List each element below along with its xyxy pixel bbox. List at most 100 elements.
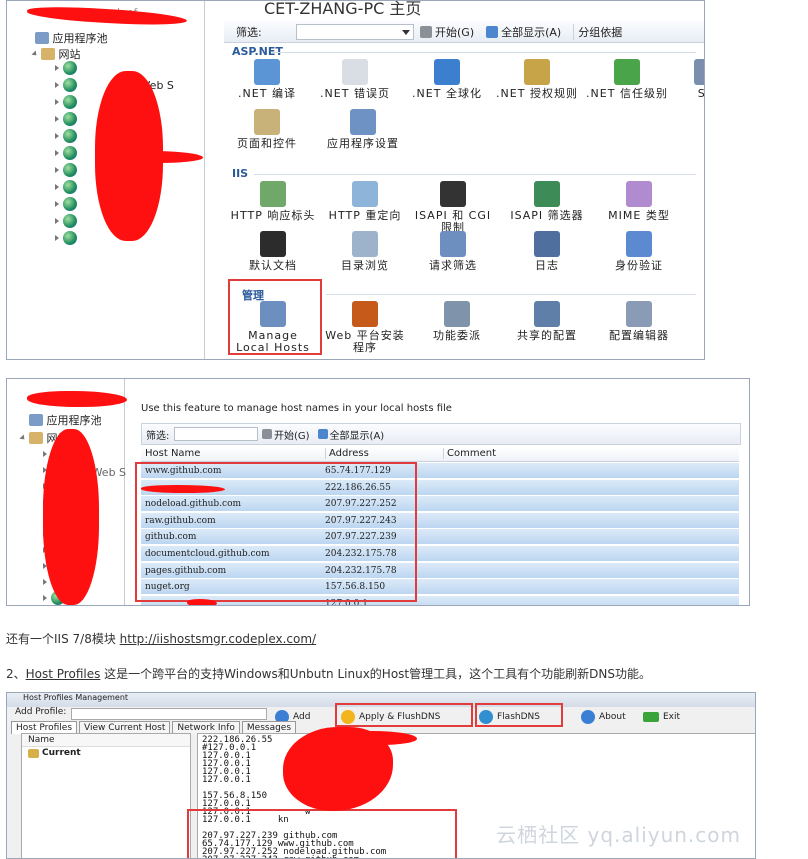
filter-input[interactable]	[174, 427, 258, 441]
features-view: CET-ZHANG-PC 主页 筛选: 开始(G) 全部显示(A) 分组依据 A…	[224, 1, 705, 359]
filter-label: 筛选:	[146, 430, 170, 442]
tree-item-site[interactable]	[55, 229, 81, 247]
divider	[326, 294, 696, 295]
tree-item-site[interactable]	[55, 93, 81, 111]
iis-manager-screenshot-1: loef 应用程序池 网站 fault Web Sma.cerURIketrm.…	[6, 0, 705, 360]
divider	[272, 52, 696, 53]
watermark: 云栖社区 yq.aliyun.com	[496, 823, 741, 847]
filter-input[interactable]	[296, 23, 414, 40]
mgmt-feature-icon	[626, 301, 652, 327]
feature-label: 应用程序设置	[327, 137, 399, 150]
iis-feature-icon	[352, 181, 378, 207]
paragraph-iis-module: 还有一个IIS 7/8模块 http://iishostsmgr.codeple…	[6, 632, 317, 646]
aspnet-feature-icon	[524, 59, 550, 85]
redaction-scribble	[187, 599, 217, 605]
aspnet-feature-icon	[342, 59, 368, 85]
feature-label: .NET 编译	[238, 87, 296, 100]
redaction-scribble	[27, 391, 127, 407]
show-all-button[interactable]: 全部显示(A)	[486, 24, 561, 40]
aspnet-feature[interactable]: .NET 授权规则	[494, 59, 580, 100]
mgmt-feature[interactable]: Web 平台安装程序	[322, 301, 408, 354]
iis-feature[interactable]: MIME 类型	[596, 181, 682, 222]
tree-item-site[interactable]	[55, 59, 81, 77]
connections-tree: loef 应用程序池 网站 fault Web Sma.cerURIketrm.…	[7, 1, 205, 359]
add-profile-input[interactable]	[71, 708, 267, 720]
iis-feature-icon	[260, 231, 286, 257]
iis-feature-icon	[440, 181, 466, 207]
iis-feature-icon	[704, 231, 705, 257]
group-by-button[interactable]: 分组依据	[573, 23, 622, 40]
mgmt-feature[interactable]: 功能委派	[414, 301, 500, 342]
highlight-box	[475, 703, 563, 727]
expand-arrow-icon	[55, 201, 59, 207]
list-item-current[interactable]: Current	[22, 747, 190, 759]
feature-label: 目录浏览	[341, 259, 389, 272]
globe-icon	[63, 112, 77, 126]
feature-label: HTTP 响应标头	[230, 209, 316, 222]
exit-button[interactable]: Exit	[643, 706, 680, 728]
globe-icon	[63, 231, 77, 245]
highlight-box	[187, 809, 457, 858]
start-button[interactable]: 开始(G)	[420, 24, 474, 40]
feature-label: MIME 类型	[608, 209, 670, 222]
aspnet-feature[interactable]: .NET 全球化	[404, 59, 490, 100]
redaction-scribble	[26, 4, 188, 28]
column-comment[interactable]: Comment	[443, 448, 496, 459]
expand-arrow-icon	[55, 82, 59, 88]
feature-label: 请求筛选	[429, 259, 477, 272]
show-all-button[interactable]: 全部显示(A)	[317, 427, 384, 442]
iis-feature[interactable]: 目录浏览	[322, 231, 408, 272]
aspnet-feature[interactable]: 页面和控件	[224, 109, 310, 150]
iis-feature[interactable]: 身份验证	[596, 231, 682, 272]
iis-feature[interactable]: 失	[674, 231, 705, 272]
add-profile-label: Add Profile:	[15, 707, 67, 717]
iis-feature[interactable]: 日志	[504, 231, 590, 272]
about-button[interactable]: About	[581, 706, 626, 728]
feature-label: 页面和控件	[237, 137, 297, 150]
aspnet-feature-icon	[254, 109, 280, 135]
iis-feature[interactable]: 处	[674, 181, 704, 222]
globe-icon	[63, 163, 77, 177]
feature-label: Web 平台安装程序	[325, 329, 405, 354]
column-address[interactable]: Address	[325, 448, 369, 459]
expand-arrow-icon	[55, 150, 59, 156]
feature-label: 默认文档	[249, 259, 297, 272]
codeplex-link[interactable]: http://iishostsmgr.codeplex.com/	[120, 632, 316, 646]
iis-feature[interactable]: 请求筛选	[410, 231, 496, 272]
start-button[interactable]: 开始(G)	[262, 427, 310, 442]
iis-feature[interactable]: ISAPI 筛选器	[504, 181, 590, 222]
expand-arrow-icon	[55, 184, 59, 190]
aspnet-feature[interactable]: .NET 信任级别	[584, 59, 670, 100]
iis-feature[interactable]: 默认文档	[230, 231, 316, 272]
tree-item-app-pools[interactable]: 应用程序池	[29, 411, 102, 429]
filter-toolbar: 筛选: 开始(G) 全部显示(A)	[141, 423, 741, 445]
iis-feature-icon	[626, 231, 652, 257]
app-pool-icon	[29, 414, 43, 426]
mgmt-feature[interactable]: 共享的配置	[504, 301, 590, 342]
iis-feature[interactable]: HTTP 重定向	[322, 181, 408, 222]
iis-feature[interactable]: ISAPI 和 CGI 限制	[410, 181, 496, 234]
host-profiles-link[interactable]: Host Profiles	[26, 667, 101, 681]
tree-item-site[interactable]	[55, 127, 81, 145]
aspnet-feature[interactable]: .NET 错误页	[312, 59, 398, 100]
expand-arrow-icon	[55, 116, 59, 122]
iis-feature-icon	[626, 181, 652, 207]
iis-feature-icon	[352, 231, 378, 257]
expand-arrow-icon	[43, 595, 47, 601]
feature-label: .NET 全球化	[412, 87, 482, 100]
iis-feature[interactable]: HTTP 响应标头	[230, 181, 316, 222]
iis-feature-icon	[534, 231, 560, 257]
feature-label: .NET 错误页	[320, 87, 390, 100]
aspnet-feature[interactable]: 应用程序设置	[320, 109, 406, 150]
highlight-box	[228, 279, 322, 355]
expand-arrow-icon	[55, 167, 59, 173]
globe-icon	[63, 214, 77, 228]
highlight-box	[335, 703, 473, 727]
redaction-scribble	[141, 485, 225, 493]
column-host-name[interactable]: Host Name	[145, 448, 200, 459]
aspnet-feature[interactable]: .NET 编译	[224, 59, 310, 100]
aspnet-feature[interactable]: SM	[664, 59, 704, 100]
feature-label: .NET 信任级别	[586, 87, 668, 100]
mgmt-feature[interactable]: 配置编辑器	[596, 301, 682, 342]
globe-icon	[63, 129, 77, 143]
